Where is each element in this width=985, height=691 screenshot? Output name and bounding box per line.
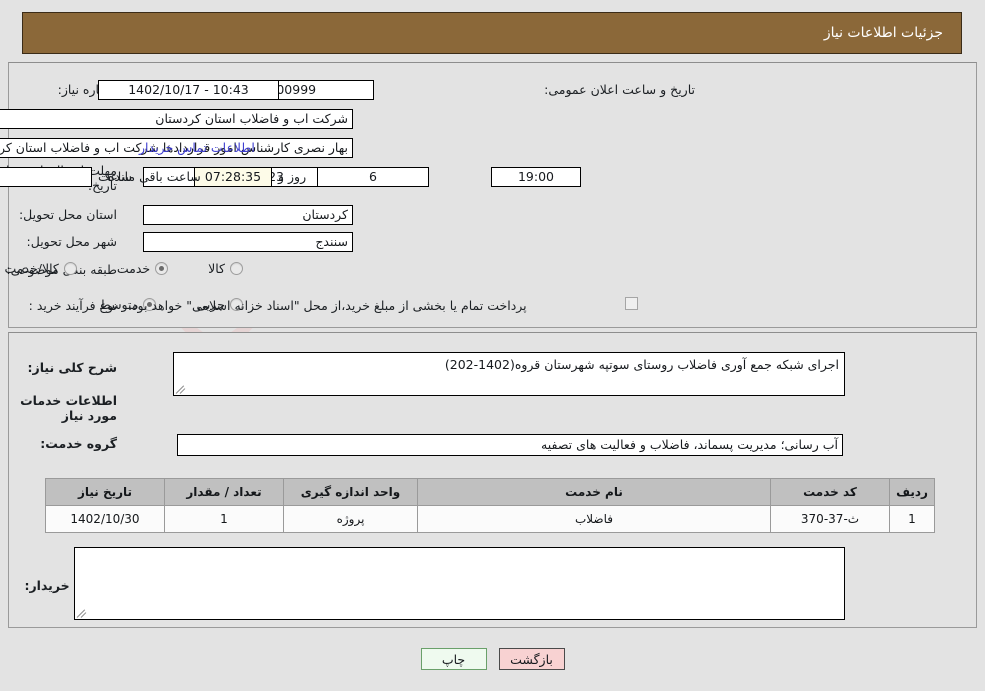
cell-need-date: 1402/10/30 [45, 505, 165, 533]
treasury-checkbox[interactable] [625, 297, 638, 310]
col-radif: ردیف [889, 478, 935, 506]
col-quantity: تعداد / مقدار [164, 478, 284, 506]
city-value: سنندج [143, 232, 353, 252]
page-title-bar: جزئیات اطلاعات نیاز [22, 12, 962, 54]
table-header-row: ردیف کد خدمت نام خدمت واحد اندازه گیری ت… [45, 478, 935, 506]
radio-kala[interactable] [230, 262, 243, 275]
remaining-days-value: 6 [317, 167, 429, 187]
radio-khedmat[interactable] [155, 262, 169, 275]
services-table: ردیف کد خدمت نام خدمت واحد اندازه گیری ت… [45, 478, 935, 533]
buyer-org-value: شرکت اب و فاضلاب استان کردستان [0, 109, 353, 129]
back-button[interactable]: بازگشت [498, 648, 565, 670]
col-unit: واحد اندازه گیری [283, 478, 418, 506]
page-root: AriaTender.net جزئیات اطلاعات نیاز شماره… [0, 0, 985, 691]
category-option-kala-khedmat[interactable]: کالا/خدمت [4, 261, 77, 276]
buyer-notes-textarea[interactable] [74, 547, 845, 620]
cell-code: ث-37-370 [770, 505, 890, 533]
province-label: استان محل تحویل: [18, 207, 117, 222]
cell-radif: 1 [889, 505, 935, 533]
remaining-countdown-value: 07:28:35 [194, 167, 272, 187]
province-label-row: استان محل تحویل: [19, 207, 117, 222]
cell-name: فاضلاب [417, 505, 771, 533]
need-info-panel [8, 62, 977, 328]
remaining-suffix-label: ساعت باقی مانده [108, 169, 201, 184]
footer-button-bar: بازگشت چاپ [0, 648, 985, 670]
col-name: نام خدمت [417, 478, 771, 506]
city-label: شهر محل تحویل: [26, 234, 117, 249]
category-option-kala-khedmat-label: کالا/خدمت [4, 261, 59, 276]
deadline-time-value: 19:00 [491, 167, 581, 187]
deadline-time-value-hidden [0, 167, 92, 187]
province-value: کردستان [143, 205, 353, 225]
announce-datetime-value: 10:43 - 1402/10/17 [98, 80, 279, 100]
announce-label-row: تاریخ و ساعت اعلان عمومی: [544, 82, 695, 97]
table-row: 1 ث-37-370 فاضلاب پروژه 1 1402/10/30 [45, 505, 935, 533]
summary-textarea[interactable]: اجرای شبکه جمع آوری فاضلاب روستای سوتپه … [173, 352, 845, 396]
service-group-value: آب رسانی؛ مدیریت پسماند، فاضلاب و فعالیت… [177, 434, 843, 456]
col-need-date: تاریخ نیاز [45, 478, 165, 506]
treasury-note-text: پرداخت تمام یا بخشی از مبلغ خرید،از محل … [128, 298, 527, 313]
col-code: کد خدمت [770, 478, 890, 506]
radio-kala-khedmat[interactable] [63, 262, 77, 275]
city-label-row: شهر محل تحویل: [27, 234, 117, 249]
announce-datetime-label: تاریخ و ساعت اعلان عمومی: [544, 82, 695, 97]
summary-text: اجرای شبکه جمع آوری فاضلاب روستای سوتپه … [444, 357, 839, 372]
category-option-khedmat[interactable]: خدمت [116, 261, 169, 276]
resize-grip-icon-notes[interactable] [76, 608, 87, 618]
category-radio-group: کالا خدمت کالا/خدمت [4, 261, 243, 276]
resize-grip-icon[interactable] [175, 384, 186, 394]
summary-label: شرح کلی نیاز: [27, 360, 117, 375]
page-title: جزئیات اطلاعات نیاز [823, 25, 943, 41]
services-section-heading: اطلاعات خدمات مورد نیاز [20, 393, 117, 423]
cell-quantity: 1 [164, 505, 284, 533]
category-option-kala[interactable]: کالا [208, 261, 243, 276]
buyer-contact-link[interactable]: اطلاعات تماس خریدار [139, 140, 255, 155]
service-group-label: گروه خدمت: [40, 436, 117, 451]
category-option-kala-label: کالا [208, 261, 225, 276]
print-button[interactable]: چاپ [420, 648, 487, 670]
category-option-khedmat-label: خدمت [116, 261, 151, 276]
days-and-label: روز و [278, 169, 307, 184]
cell-unit: پروژه [283, 505, 418, 533]
